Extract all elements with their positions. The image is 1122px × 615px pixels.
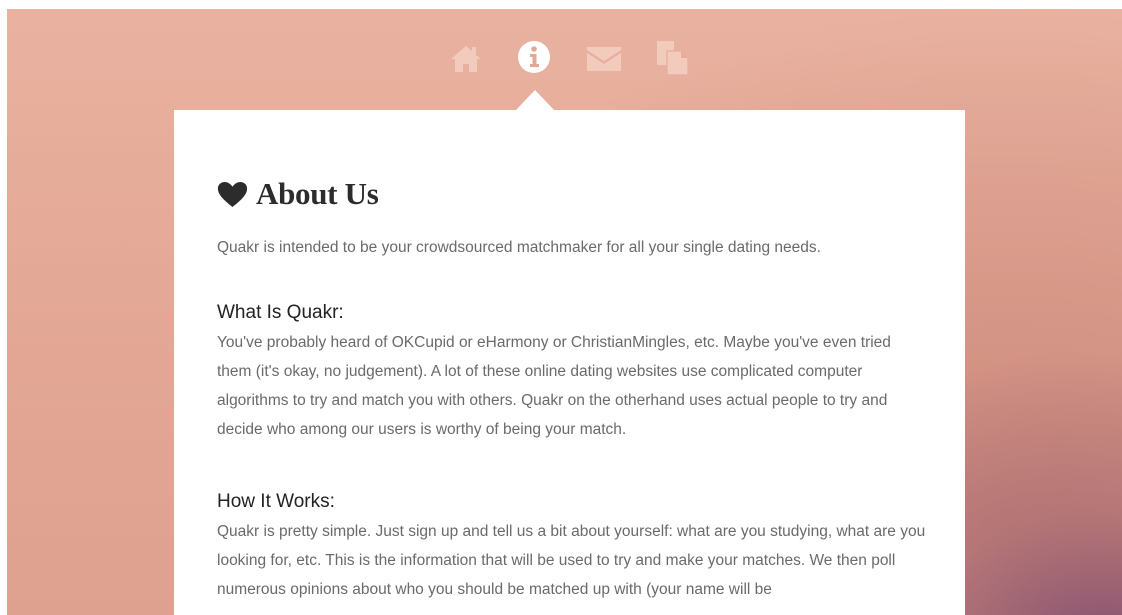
what-is-quakr-body: You've probably heard of OKCupid or eHar… bbox=[217, 334, 891, 438]
about-card: About Us Quakr is intended to be your cr… bbox=[174, 110, 965, 615]
info-icon bbox=[518, 41, 550, 73]
documents-icon bbox=[657, 41, 689, 76]
how-it-works-body: Quakr is pretty simple. Just sign up and… bbox=[217, 523, 926, 598]
mail-icon bbox=[587, 47, 621, 71]
nav-contact[interactable] bbox=[585, 38, 623, 78]
about-intro: Quakr is intended to be your crowdsource… bbox=[217, 239, 821, 256]
heart-icon bbox=[217, 181, 248, 207]
nav-home[interactable] bbox=[449, 38, 483, 78]
nav-info[interactable] bbox=[517, 38, 551, 78]
nav-documents[interactable] bbox=[654, 38, 692, 78]
home-icon bbox=[451, 46, 481, 72]
top-navigation bbox=[0, 38, 1122, 78]
how-it-works-heading: How It Works: bbox=[217, 491, 335, 512]
active-tab-pointer bbox=[516, 90, 554, 110]
page-title: About Us bbox=[217, 174, 379, 214]
what-is-quakr-heading: What Is Quakr: bbox=[217, 302, 344, 323]
about-title: About Us bbox=[256, 176, 379, 211]
